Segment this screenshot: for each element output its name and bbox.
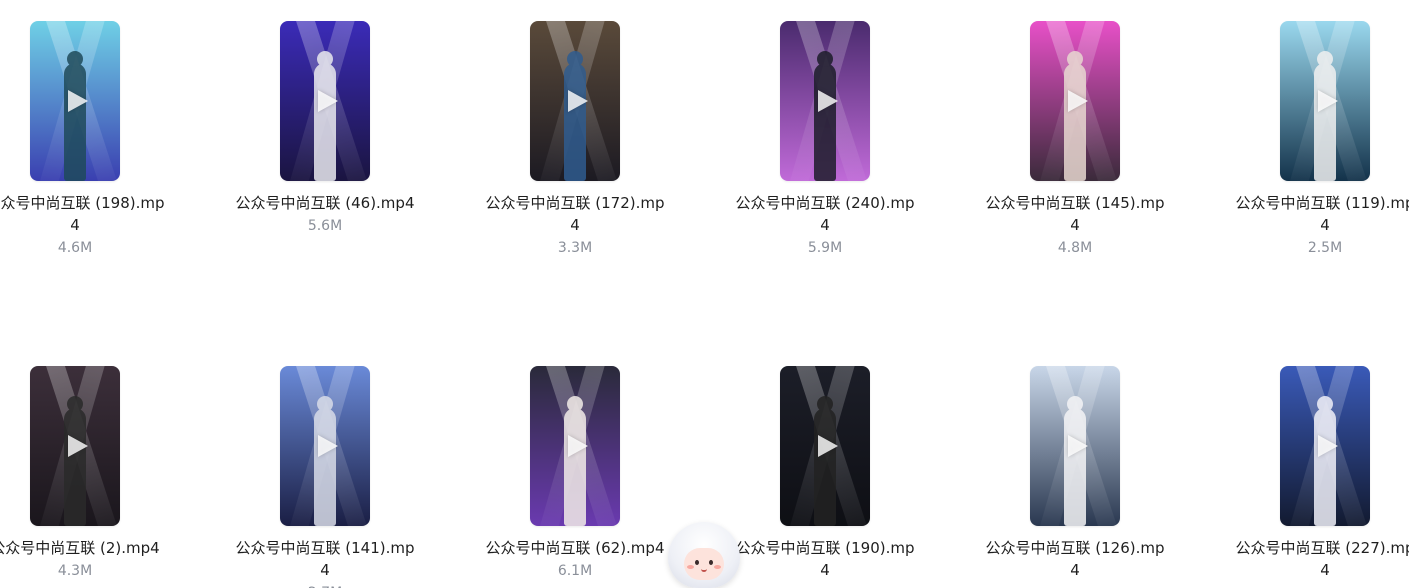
play-icon[interactable] [1318,435,1338,457]
video-tile[interactable]: 公众号中尚互联 (141).mp4 2.7M [225,366,425,588]
video-file-name[interactable]: 公众号中尚互联 (2).mp4 [0,537,168,559]
video-file-size: 6.1M [557,563,593,579]
video-thumbnail[interactable] [1030,366,1120,526]
video-file-size: 4.6M [57,240,93,256]
cloud-mascot-icon[interactable] [668,522,740,588]
video-file-size: 5.6M [307,218,343,234]
video-thumbnail[interactable] [280,366,370,526]
video-thumbnail[interactable] [1280,21,1370,181]
mascot-blush-right [714,565,721,569]
video-thumbnail[interactable] [530,21,620,181]
video-thumbnail[interactable] [780,366,870,526]
video-file-name[interactable]: 公众号中尚互联 (141).mp4 [232,537,418,581]
play-icon[interactable] [818,90,838,112]
video-thumbnail[interactable] [280,21,370,181]
performer-figure [814,396,836,526]
video-tile[interactable]: 公众号中尚互联 (190).mp4 [725,366,925,583]
play-icon[interactable] [1318,90,1338,112]
video-file-size: 5.9M [807,240,843,256]
video-file-name[interactable]: 公众号中尚互联 (227).mp4 [1232,537,1409,581]
video-tile[interactable]: 公众号中尚互联 (126).mp4 [975,366,1175,583]
performer-figure [564,51,586,181]
play-icon[interactable] [318,90,338,112]
video-grid: 公众号中尚互联 (198).mp4 4.6M 公众号中尚互联 (46).mp4 5.6… [0,0,1409,588]
play-icon[interactable] [568,435,588,457]
performer-figure [64,51,86,181]
performer-figure [1064,396,1086,526]
video-tile[interactable]: 公众号中尚互联 (145).mp4 4.8M [975,21,1175,258]
video-tile[interactable]: 公众号中尚互联 (198).mp4 4.6M [0,21,175,258]
video-thumbnail[interactable] [1030,21,1120,181]
mascot-eye-right [709,560,713,565]
play-icon[interactable] [318,435,338,457]
video-file-name[interactable]: 公众号中尚互联 (119).mp4 [1232,192,1409,236]
performer-figure [1314,51,1336,181]
video-file-name[interactable]: 公众号中尚互联 (190).mp4 [732,537,918,581]
video-file-size: 4.8M [1057,240,1093,256]
performer-figure [564,396,586,526]
video-file-name[interactable]: 公众号中尚互联 (240).mp4 [732,192,918,236]
performer-figure [814,51,836,181]
video-tile[interactable]: 公众号中尚互联 (46).mp4 5.6M [225,21,425,236]
video-file-name[interactable]: 公众号中尚互联 (145).mp4 [982,192,1168,236]
video-file-size: 2.7M [225,583,425,588]
cloud-mascot-face [684,548,724,580]
video-tile[interactable]: 公众号中尚互联 (2).mp4 4.3M [0,366,175,581]
video-tile[interactable]: 公众号中尚互联 (240).mp4 5.9M [725,21,925,258]
performer-figure [64,396,86,526]
mascot-blush-left [687,565,694,569]
video-tile[interactable]: 公众号中尚互联 (172).mp4 3.3M [475,21,675,258]
video-file-size: 4.3M [57,563,93,579]
video-file-name[interactable]: 公众号中尚互联 (46).mp4 [232,192,418,214]
video-file-name[interactable]: 公众号中尚互联 (198).mp4 [0,192,168,236]
performer-figure [1314,396,1336,526]
performer-figure [314,51,336,181]
video-file-name[interactable]: 公众号中尚互联 (62).mp4 [482,537,668,559]
mascot-eye-left [695,560,699,565]
video-tile[interactable]: 公众号中尚互联 (227).mp4 [1225,366,1409,583]
play-icon[interactable] [68,435,88,457]
play-icon[interactable] [68,90,88,112]
video-thumbnail[interactable] [30,21,120,181]
video-file-name[interactable]: 公众号中尚互联 (126).mp4 [982,537,1168,581]
video-tile[interactable]: 公众号中尚互联 (62).mp4 6.1M [475,366,675,581]
mascot-mouth [701,567,707,572]
play-icon[interactable] [1068,90,1088,112]
video-thumbnail[interactable] [30,366,120,526]
video-thumbnail[interactable] [780,21,870,181]
performer-figure [314,396,336,526]
video-thumbnail[interactable] [530,366,620,526]
play-icon[interactable] [1068,435,1088,457]
performer-figure [1064,51,1086,181]
play-icon[interactable] [568,90,588,112]
video-file-name[interactable]: 公众号中尚互联 (172).mp4 [482,192,668,236]
video-file-size: 3.3M [557,240,593,256]
play-icon[interactable] [818,435,838,457]
video-file-size: 2.5M [1307,240,1343,256]
video-tile[interactable]: 公众号中尚互联 (119).mp4 2.5M [1225,21,1409,258]
video-thumbnail[interactable] [1280,366,1370,526]
